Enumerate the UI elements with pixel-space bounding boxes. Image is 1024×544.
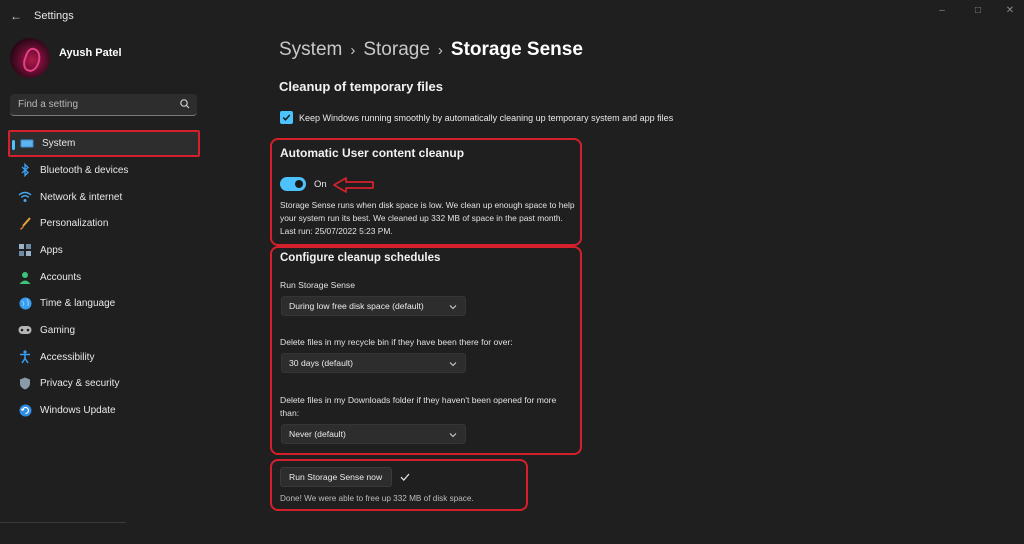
- app-title: Settings: [34, 10, 74, 22]
- annotation-arrow-icon: [333, 177, 374, 193]
- system-icon: [20, 137, 34, 151]
- chevron-down-icon: [449, 433, 457, 438]
- sidebar-item-label: Windows Update: [40, 405, 116, 417]
- checkmark-icon: [282, 114, 291, 121]
- recycle-bin-dropdown[interactable]: 30 days (default): [281, 353, 466, 373]
- breadcrumb-system[interactable]: System: [279, 39, 342, 60]
- accessibility-icon: [18, 350, 32, 364]
- minimize-button[interactable]: –: [928, 4, 956, 18]
- run-storage-sense-label: Run Storage Sense: [280, 280, 356, 290]
- sidebar-item-label: Time & language: [40, 298, 116, 310]
- sidebar-item-accessibility[interactable]: Accessibility: [8, 344, 200, 371]
- sidebar-item-bluetooth[interactable]: Bluetooth & devices: [8, 157, 200, 184]
- checkmark-icon: [400, 473, 410, 481]
- sidebar-item-label: Gaming: [40, 324, 76, 336]
- sidebar-item-label: Accounts: [40, 271, 82, 283]
- dropdown-value: Never (default): [289, 429, 346, 439]
- sidebar-item-label: Accessibility: [40, 351, 95, 363]
- search-input[interactable]: Find a setting: [10, 94, 197, 116]
- sidebar-item-apps[interactable]: Apps: [8, 237, 200, 264]
- auto-cleanup-toggle[interactable]: [280, 177, 306, 191]
- profile-name: Ayush Patel: [59, 47, 122, 59]
- breadcrumb: System › Storage › Storage Sense: [279, 39, 583, 61]
- schedules-title: Configure cleanup schedules: [280, 252, 441, 264]
- keep-windows-checkbox[interactable]: [280, 111, 293, 124]
- chevron-down-icon: [449, 362, 457, 367]
- sidebar-item-accounts[interactable]: Accounts: [8, 264, 200, 291]
- sidebar-item-time-language[interactable]: Time & language: [8, 290, 200, 317]
- chevron-right-icon: ›: [437, 42, 443, 59]
- search-icon: [180, 99, 190, 109]
- toggle-state-label: On: [314, 179, 327, 190]
- keep-windows-text: Keep Windows running smoothly by automat…: [299, 112, 674, 123]
- maximize-button[interactable]: □: [964, 4, 992, 18]
- search-placeholder: Find a setting: [18, 99, 79, 110]
- sidebar-divider: [0, 522, 126, 523]
- sidebar-item-windows-update[interactable]: Windows Update: [8, 397, 200, 424]
- sidebar-item-system[interactable]: System: [8, 130, 200, 157]
- cleanup-section-title: Cleanup of temporary files: [279, 79, 443, 94]
- sidebar-item-gaming[interactable]: Gaming: [8, 317, 200, 344]
- sidebar-item-label: Network & internet: [40, 191, 123, 203]
- page-title: Storage Sense: [450, 39, 583, 60]
- chevron-right-icon: ›: [350, 42, 356, 59]
- wifi-icon: [18, 190, 32, 204]
- keep-windows-row: Keep Windows running smoothly by automat…: [280, 111, 673, 124]
- update-icon: [18, 404, 32, 418]
- dropdown-value: During low free disk space (default): [289, 301, 424, 311]
- sidebar-item-label: Bluetooth & devices: [40, 164, 129, 176]
- recycle-bin-label: Delete files in my recycle bin if they h…: [280, 337, 513, 347]
- sidebar-item-label: Privacy & security: [40, 378, 120, 390]
- run-storage-sense-dropdown[interactable]: During low free disk space (default): [281, 296, 466, 316]
- bluetooth-icon: [18, 163, 32, 178]
- sidebar-item-network[interactable]: Network & internet: [8, 184, 200, 211]
- sidebar-item-privacy[interactable]: Privacy & security: [8, 371, 200, 398]
- dropdown-value: 30 days (default): [289, 358, 354, 368]
- globe-icon: [18, 297, 32, 311]
- gamepad-icon: [18, 323, 32, 337]
- sidebar-nav: System Bluetooth & devices Network & int…: [8, 130, 200, 424]
- avatar: [10, 38, 50, 78]
- sidebar-item-label: System: [42, 138, 76, 149]
- shield-icon: [18, 377, 32, 391]
- apps-icon: [18, 243, 32, 257]
- run-result-text: Done! We were able to free up 332 MB of …: [280, 494, 474, 503]
- sidebar-item-personalization[interactable]: Personalization: [8, 210, 200, 237]
- run-storage-sense-now-button[interactable]: Run Storage Sense now: [280, 467, 392, 487]
- downloads-folder-dropdown[interactable]: Never (default): [281, 424, 466, 444]
- title-bar: ← Settings – □ ✕: [0, 0, 1024, 32]
- sidebar-item-label: Personalization: [40, 218, 109, 230]
- auto-cleanup-description: Storage Sense runs when disk space is lo…: [280, 200, 575, 236]
- back-arrow-icon[interactable]: ←: [8, 8, 24, 24]
- run-button-label: Run Storage Sense now: [289, 472, 383, 482]
- chevron-down-icon: [449, 305, 457, 310]
- auto-cleanup-title: Automatic User content cleanup: [280, 146, 465, 160]
- sidebar-item-label: Apps: [40, 244, 63, 256]
- accounts-icon: [18, 270, 32, 284]
- brush-icon: [18, 217, 32, 231]
- downloads-folder-label: Delete files in my Downloads folder if t…: [280, 395, 557, 418]
- breadcrumb-storage[interactable]: Storage: [363, 39, 430, 60]
- close-button[interactable]: ✕: [996, 4, 1024, 18]
